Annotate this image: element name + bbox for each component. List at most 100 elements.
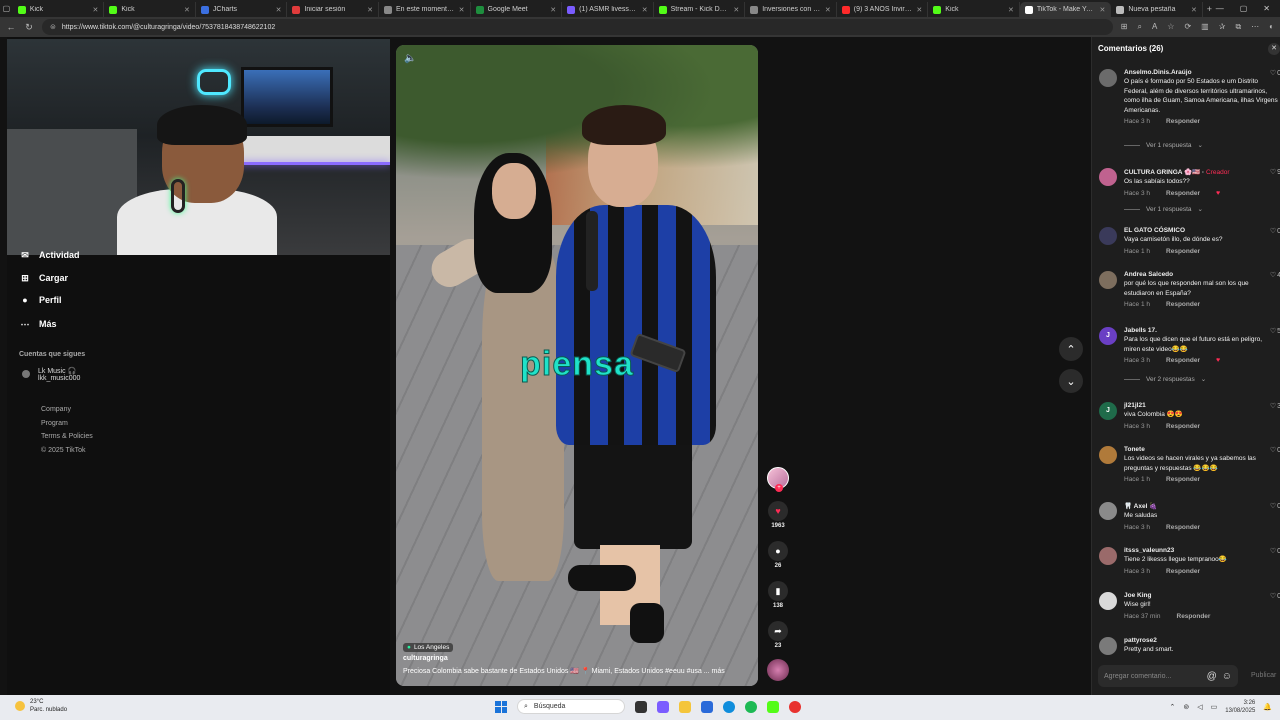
comment-username[interactable]: 🦷 Axel 🍇 [1124, 502, 1279, 510]
reply-button[interactable]: Responder [1166, 357, 1200, 364]
read-aloud-icon[interactable]: A [1152, 22, 1157, 32]
sidebar-item-profile[interactable]: ● Perfil [19, 294, 61, 306]
browser-tab[interactable]: Kick ✕ [13, 2, 105, 17]
comment-username[interactable]: Anselmo.Dinis.Araújo [1124, 69, 1279, 76]
close-tab-icon[interactable]: ✕ [825, 6, 831, 14]
close-tab-icon[interactable]: ✕ [1008, 6, 1014, 14]
close-comments-button[interactable]: ✕ [1268, 43, 1280, 55]
comment-username[interactable]: Joe King [1124, 592, 1279, 599]
emoji-icon[interactable]: ☺ [1222, 671, 1232, 682]
video-player[interactable]: piensa 🔈 ● Los Angeles culturagringa Pre… [396, 45, 758, 686]
close-tab-icon[interactable]: ✕ [733, 6, 739, 14]
site-info-icon[interactable]: ⊜ [50, 23, 56, 31]
close-tab-icon[interactable]: ✕ [92, 6, 98, 14]
edge-icon[interactable] [723, 700, 735, 713]
view-replies-button[interactable]: Ver 1 respuesta ⌄ [1124, 205, 1203, 213]
comment-like-button[interactable]: ♡ 0 [1270, 227, 1280, 236]
comment-like-button[interactable]: ♡ 9 [1270, 168, 1280, 177]
comment-username[interactable]: EL GATO CÓSMICO [1124, 227, 1279, 234]
reply-button[interactable]: Responder [1166, 423, 1200, 430]
comment-like-button[interactable]: ♡ 0 [1270, 446, 1280, 455]
comment-avatar[interactable] [1099, 446, 1117, 464]
mention-icon[interactable]: @ [1207, 671, 1217, 682]
comment-like-button[interactable]: ♡ 4 [1270, 271, 1280, 280]
comment-avatar[interactable] [1099, 592, 1117, 610]
recording-app-icon[interactable] [789, 700, 801, 713]
reload-icon[interactable]: ↻ [24, 22, 34, 33]
save-button[interactable]: ▮ [768, 581, 788, 601]
clock[interactable]: 3:26 13/08/2025 [1225, 699, 1255, 715]
comment-username[interactable]: itsss_valeunn23 [1124, 547, 1279, 554]
comment-username[interactable]: jl21jl21 [1124, 402, 1279, 409]
comment-like-button[interactable]: ♡ 0 [1270, 592, 1280, 601]
comment-like-button[interactable]: ♡ 0 [1270, 69, 1280, 78]
close-tab-icon[interactable]: ✕ [367, 6, 373, 14]
translate-icon[interactable]: ⊞ [1121, 22, 1128, 32]
browser-tab[interactable]: (1) ASMR livesssss ✕ [562, 2, 654, 17]
footer-link-program[interactable]: Program [41, 417, 93, 431]
browser-tab[interactable]: Google Meet ✕ [471, 2, 563, 17]
favorites-icon[interactable]: ✰ [1219, 22, 1226, 32]
tray-chevron-icon[interactable]: ⌃ [1169, 703, 1175, 711]
taskbar-search[interactable]: ⌕ Búsqueda [517, 699, 625, 714]
close-tab-icon[interactable]: ✕ [1191, 6, 1197, 14]
comment-like-button[interactable]: ♡ 5 [1270, 327, 1280, 336]
browser-tab[interactable]: TikTok - Make Your ✕ [1019, 2, 1112, 17]
close-tab-icon[interactable]: ✕ [276, 6, 282, 14]
reply-button[interactable]: Responder [1166, 568, 1200, 575]
address-bar[interactable]: ⊜ https://www.tiktok.com/@culturagringa/… [42, 19, 1113, 35]
close-tab-icon[interactable]: ✕ [184, 6, 190, 14]
browser-tab[interactable]: (9) 3 AÑOS Invirtiendo✕ [837, 2, 929, 17]
new-tab-button[interactable]: + [1203, 4, 1216, 14]
browser-tab[interactable]: Stream - Kick Dash ✕ [654, 2, 746, 17]
collections-icon[interactable]: ⧉ [1235, 22, 1241, 32]
comment-username[interactable]: CULTURA GRINGA 🌸🇺🇸 · Creador [1124, 168, 1279, 176]
maximize-icon[interactable]: ▢ [1240, 4, 1248, 13]
location-chip[interactable]: ● Los Angeles [403, 643, 454, 652]
comment-avatar[interactable] [1099, 637, 1117, 655]
browser-tab[interactable]: Inversiones con opciones ✕ [745, 2, 837, 17]
close-tab-icon[interactable]: ✕ [642, 6, 648, 14]
copilot-icon[interactable]: ◐ [1269, 22, 1274, 32]
network-icon[interactable]: ⊚ [1183, 703, 1189, 711]
windows-start-icon[interactable] [495, 700, 507, 713]
comment-avatar[interactable] [1099, 168, 1117, 186]
comment-avatar[interactable] [1099, 69, 1117, 87]
comment-input[interactable]: Agregar comentario... @ ☺ [1098, 665, 1238, 687]
reply-button[interactable]: Responder [1166, 524, 1200, 531]
comment-avatar[interactable] [1099, 547, 1117, 565]
comment-username[interactable]: Tonete [1124, 446, 1279, 453]
previous-video-button[interactable]: ⌃ [1059, 337, 1083, 361]
reply-button[interactable]: Responder [1166, 301, 1200, 308]
volume-icon[interactable]: 🔈 [404, 53, 416, 64]
weather-widget[interactable]: 23°C Parc. nublado [15, 698, 67, 714]
music-disc-icon[interactable] [767, 659, 789, 681]
reply-button[interactable]: Responder [1177, 613, 1211, 620]
notifications-icon[interactable]: 🔔 [1263, 703, 1272, 711]
favorite-star-icon[interactable]: ☆ [1167, 22, 1174, 32]
next-video-button[interactable]: ⌄ [1059, 369, 1083, 393]
browser-tab[interactable]: Kick ✕ [104, 2, 196, 17]
sidebar-item-upload[interactable]: ⊞ Cargar [19, 272, 68, 284]
browser-tab[interactable]: Kick ✕ [928, 2, 1020, 17]
task-view-icon[interactable] [635, 700, 647, 713]
close-window-icon[interactable]: ✕ [1263, 4, 1270, 13]
comment-username[interactable]: Andrea Salcedo [1124, 271, 1279, 278]
store-icon[interactable] [701, 700, 713, 713]
sidebar-item-activity[interactable]: ✉ Actividad [19, 249, 79, 261]
comment-like-button[interactable]: ♡ 3 [1270, 402, 1280, 411]
footer-link-terms[interactable]: Terms & Policies [41, 430, 93, 444]
close-tab-icon[interactable]: ✕ [459, 6, 465, 14]
like-button[interactable]: ♥ [768, 501, 788, 521]
tab-actions-icon[interactable]: ▢ [0, 0, 13, 17]
split-screen-icon[interactable]: ▥ [1201, 22, 1209, 32]
speaker-icon[interactable]: ◁ [1197, 703, 1202, 711]
close-tab-icon[interactable]: ✕ [916, 6, 922, 14]
browser-tab[interactable]: Nueva pestaña ✕ [1111, 2, 1203, 17]
browser-tab[interactable]: JCharts ✕ [196, 2, 288, 17]
following-account[interactable]: Lk Music 🎧 lkk_music000 [22, 367, 80, 382]
close-tab-icon[interactable]: ✕ [1100, 6, 1106, 14]
spotify-icon[interactable] [745, 700, 757, 713]
refresh-extension-icon[interactable]: ⟳ [1184, 22, 1191, 32]
comment-like-button[interactable]: ♡ 0 [1270, 502, 1280, 511]
